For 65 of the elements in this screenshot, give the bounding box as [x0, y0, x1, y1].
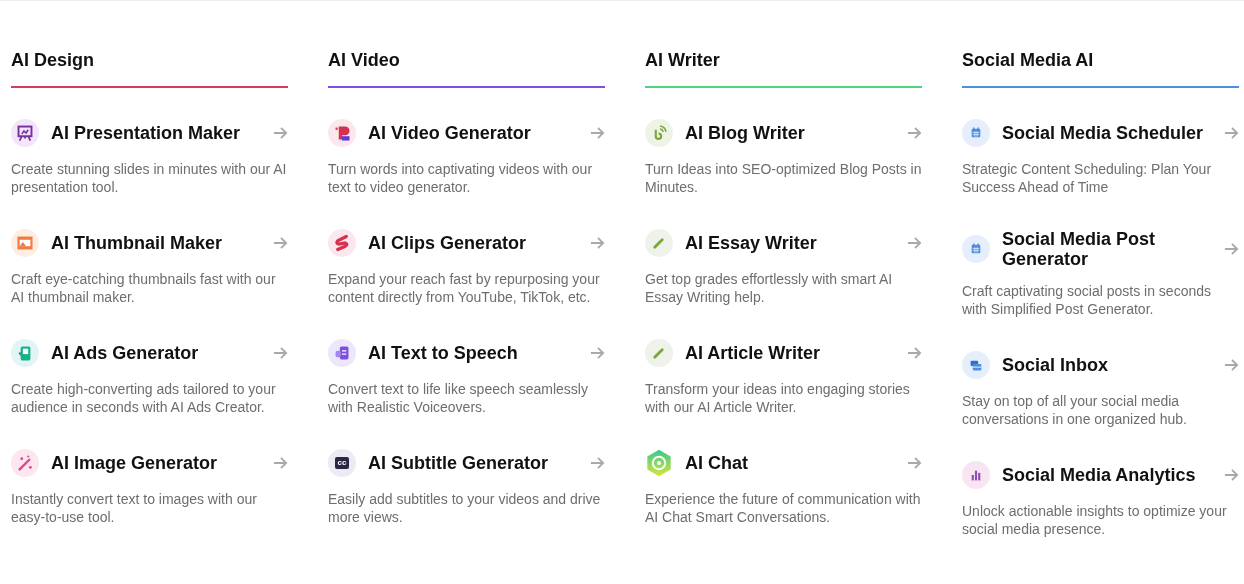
arrow-right-icon[interactable] — [273, 456, 288, 470]
image-frame-icon — [11, 229, 39, 257]
calendar-icon — [962, 235, 990, 263]
tool-link[interactable]: AI Chat — [685, 453, 895, 473]
tool-description: Craft captivating social posts in seconds with Simplified Post Generator. — [962, 282, 1212, 318]
tool-link[interactable]: AI Subtitle Generator — [368, 453, 578, 473]
tool-description: Get top grades effortlessly with smart AI Essay Writing help. — [645, 270, 894, 306]
arrow-right-icon[interactable] — [907, 456, 922, 470]
tool-description: Turn words into captivating videos with our text to video generator. — [328, 160, 594, 196]
magic-wand-icon — [11, 449, 39, 477]
tool-description: Strategic Content Scheduling: Plan Your Success Ahead of Time — [962, 160, 1213, 196]
tool-description: Transform your ideas into engaging stories with our AI Article Writer. — [645, 380, 911, 416]
tool-link[interactable]: AI Essay Writer — [685, 233, 895, 253]
arrow-right-icon[interactable] — [273, 126, 288, 140]
arrow-right-icon[interactable] — [590, 346, 605, 360]
calendar-icon — [962, 119, 990, 147]
tool-description: Convert text to life like speech seamlessly with Realistic Voiceovers. — [328, 380, 589, 416]
tool-description: Stay on top of all your social media conversations in one organized hub. — [962, 392, 1188, 428]
bar-chart-icon — [962, 461, 990, 489]
inbox-tray-icon — [962, 351, 990, 379]
arrow-right-icon[interactable] — [1224, 126, 1239, 140]
column-heading: Social Media AI — [962, 48, 1239, 88]
arrow-right-icon[interactable] — [1224, 358, 1239, 372]
tool-link[interactable]: AI Article Writer — [685, 343, 895, 363]
tool-link[interactable]: AI Image Generator — [51, 453, 261, 473]
tool-description: Create stunning slides in minutes with our AI presentation tool. — [11, 160, 288, 196]
caption-icon: cc — [328, 449, 356, 477]
tool-description: Expand your reach fast by repurposing your content directly from YouTube, TikTok, etc. — [328, 270, 601, 306]
presentation-board-icon — [11, 119, 39, 147]
arrow-right-icon[interactable] — [590, 236, 605, 250]
tool-link[interactable]: Social Media Analytics — [1002, 465, 1212, 485]
tool-link[interactable]: AI Presentation Maker — [51, 123, 261, 143]
arrow-right-icon[interactable] — [907, 236, 922, 250]
arrow-right-icon[interactable] — [273, 346, 288, 360]
phone-ad-icon — [11, 339, 39, 367]
tool-link[interactable]: AI Thumbnail Maker — [51, 233, 261, 253]
signal-waves-icon — [645, 119, 673, 147]
tool-description: Turn Ideas into SEO-optimized Blog Posts in Minutes. — [645, 160, 922, 196]
tool-description: Craft eye-catching thumbnails fast with our AI thumbnail maker. — [11, 270, 277, 306]
tool-description: Create high-converting ads tailored to your audience in seconds with AI Ads Creator. — [11, 380, 277, 416]
arrow-right-icon[interactable] — [590, 126, 605, 140]
tool-link[interactable]: AI Ads Generator — [51, 343, 261, 363]
arrow-right-icon[interactable] — [907, 126, 922, 140]
arrow-right-icon[interactable] — [907, 346, 922, 360]
arrow-right-icon[interactable] — [1224, 468, 1239, 482]
tool-link[interactable]: Social Inbox — [1002, 355, 1212, 375]
tool-description: Easily add subtitles to your videos and drive more views. — [328, 490, 602, 526]
tool-link[interactable]: Social Media Scheduler — [1002, 123, 1212, 143]
pencil-icon — [645, 229, 673, 257]
speech-document-icon — [328, 339, 356, 367]
tool-link[interactable]: AI Video Generator — [368, 123, 578, 143]
tool-link[interactable]: AI Clips Generator — [368, 233, 578, 253]
tool-link[interactable]: Social Media Post Generator — [1002, 229, 1212, 269]
column-heading: AI Writer — [645, 48, 922, 88]
arrow-right-icon[interactable] — [1224, 242, 1239, 256]
tool-link[interactable]: AI Blog Writer — [685, 123, 895, 143]
tool-description: Instantly convert text to images with our easy-to-use tool. — [11, 490, 258, 526]
arrow-right-icon[interactable] — [590, 456, 605, 470]
tool-description: Experience the future of communication with AI Chat Smart Conversations. — [645, 490, 922, 526]
pencil-icon — [645, 339, 673, 367]
tool-description: Unlock actionable insights to optimize your social media presence. — [962, 502, 1228, 538]
tool-link[interactable]: AI Text to Speech — [368, 343, 578, 363]
arrow-right-icon[interactable] — [273, 236, 288, 250]
column-heading: AI Design — [11, 48, 288, 88]
column-heading: AI Video — [328, 48, 605, 88]
